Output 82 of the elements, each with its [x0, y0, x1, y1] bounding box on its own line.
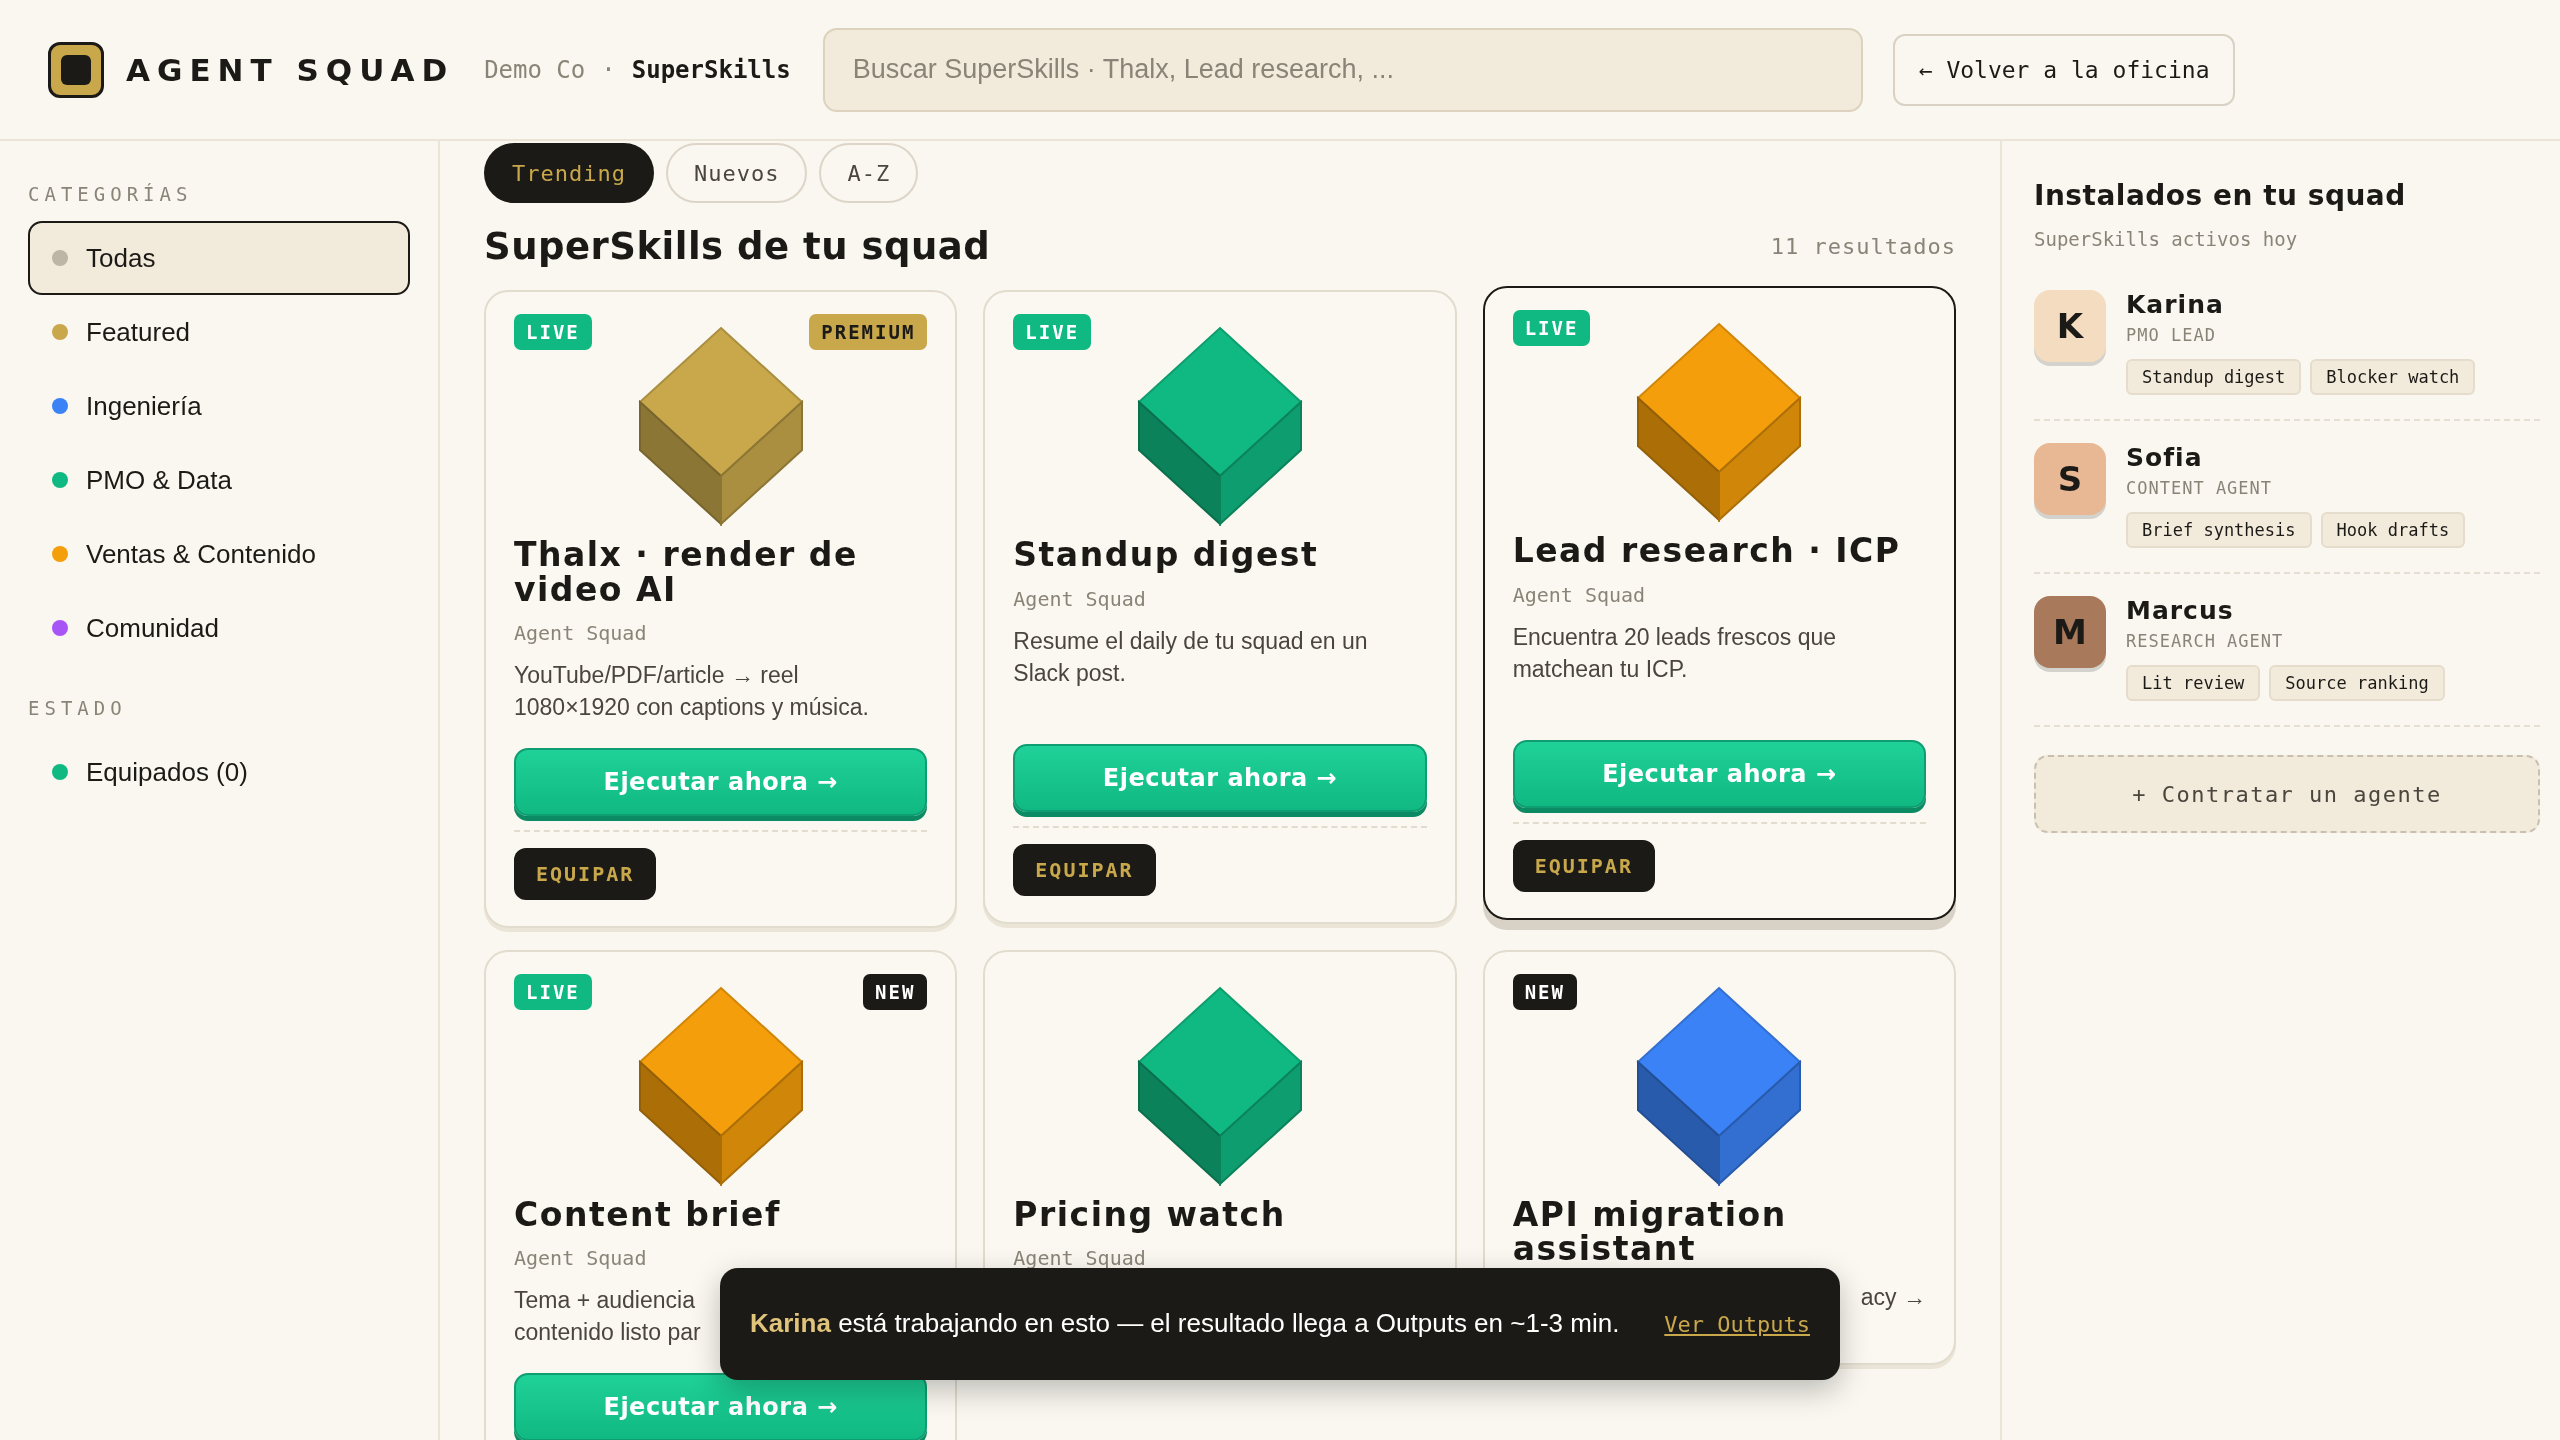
cube-icon — [1137, 326, 1303, 526]
sidebar-item[interactable]: Equipados (0) — [28, 735, 410, 809]
cube-icon — [1636, 985, 1803, 1186]
result-count: 11 resultados — [1770, 234, 1956, 259]
equip-button[interactable]: EQUIPAR — [1512, 840, 1655, 892]
card-description: YouTube/PDF/article → reel — [514, 661, 799, 691]
sidebar-item[interactable]: Featured — [28, 295, 410, 369]
agent-role: CONTENT AGENT — [2126, 478, 2274, 498]
card-author: Agent Squad — [1013, 1246, 1147, 1271]
card-description: Slack post. — [1013, 658, 1126, 688]
sidebar-label: PMO & Data — [86, 464, 232, 496]
skill-tag: Blocker watch — [2310, 359, 2476, 395]
status-badge: LIVE — [1512, 310, 1591, 346]
card-author: Agent Squad — [514, 621, 648, 646]
back-button[interactable]: ← Volver a la oficina — [1892, 33, 2236, 106]
agent-name: Marcus — [2126, 596, 2235, 625]
sidebar-heading: ESTADO — [28, 697, 128, 719]
cube-icon — [637, 326, 804, 526]
status-badge: NEW — [1512, 973, 1577, 1010]
logo-text: AGENT SQUAD — [126, 51, 455, 88]
agent-role: RESEARCH AGENT — [2126, 631, 2285, 651]
breadcrumb-separator: · — [601, 55, 616, 84]
card-description: Encuentra 20 leads frescos que — [1512, 622, 1837, 652]
agent-avatar: S — [2034, 443, 2106, 515]
sidebar-item[interactable]: Ingeniería — [28, 369, 410, 443]
cube-icon — [1137, 985, 1303, 1186]
agent-role: PMO LEAD — [2126, 325, 2217, 345]
card-title: Pricing watch — [1013, 1197, 1287, 1233]
card-description: acy → — [1860, 1282, 1926, 1312]
sidebar-heading: CATEGORÍAS — [28, 183, 194, 205]
sidebar-label: Todas — [86, 242, 156, 274]
agent-avatar: M — [2034, 596, 2106, 668]
sidebar-item[interactable]: Comunidad — [28, 591, 410, 665]
sidebar-item[interactable]: PMO & Data — [28, 443, 410, 517]
sidebar-item[interactable]: Todas — [28, 221, 410, 295]
status-badge: LIVE — [1013, 314, 1092, 350]
sort-tab[interactable]: Nuevos — [665, 143, 808, 203]
card-description: 1080×1920 con captions y música. — [514, 693, 869, 723]
status-badge: NEW — [863, 973, 928, 1010]
search-field[interactable]: Buscar SuperSkills · Thalx, Lead research, ... — [822, 27, 1863, 112]
status-badge: LIVE — [514, 973, 592, 1010]
sort-tab[interactable]: Trending — [484, 143, 654, 203]
skill-tag: Standup digest — [2126, 359, 2302, 395]
equip-button[interactable]: EQUIPAR — [514, 847, 657, 900]
sidebar-label: Ingeniería — [86, 390, 202, 422]
hire-agent-button[interactable]: + Contratar un agente — [2034, 755, 2540, 833]
status-badge: LIVE — [514, 314, 592, 350]
card-author: Agent Squad — [1512, 582, 1647, 607]
card-author: Agent Squad — [514, 1246, 648, 1271]
card-title: Standup digest — [1013, 538, 1320, 573]
sidebar-label: Equipados (0) — [86, 756, 248, 788]
card-title: Content brief — [514, 1197, 782, 1233]
cube-icon — [637, 985, 804, 1186]
panel-subtitle: SuperSkills activos hoy — [2034, 228, 2299, 250]
card-title: Lead research · ICP — [1512, 534, 1902, 569]
sort-tab[interactable]: A-Z — [819, 143, 919, 203]
agent-name: Sofia — [2126, 443, 2204, 472]
sidebar-label: Comunidad — [86, 612, 219, 644]
breadcrumb-item[interactable]: SuperSkills — [631, 55, 791, 84]
skill-tag: Source ranking — [2269, 665, 2445, 701]
cube-icon — [1636, 322, 1803, 522]
agent-avatar: K — [2034, 290, 2106, 362]
card-author: Agent Squad — [1013, 586, 1147, 611]
card-description: Resume el daily de tu squad en un — [1013, 626, 1368, 656]
skill-tag: Hook drafts — [2320, 512, 2466, 548]
sidebar-item[interactable]: Ventas & Contenido — [28, 517, 410, 591]
skill-tag: Brief synthesis — [2126, 512, 2312, 548]
sidebar-label: Ventas & Contenido — [86, 538, 316, 570]
section-title: SuperSkills de tu squad — [484, 225, 991, 268]
status-badge: PREMIUM — [809, 314, 928, 350]
logo-icon — [48, 41, 104, 98]
card-description: matchean tu ICP. — [1512, 654, 1688, 684]
skill-tag: Lit review — [2126, 665, 2261, 701]
panel-title: Instalados en tu squad — [2034, 179, 2407, 212]
card-description: Tema + audiencia — [514, 1286, 695, 1316]
equip-button[interactable]: EQUIPAR — [1013, 844, 1156, 896]
card-title: Thalx · render de video AI — [514, 538, 859, 608]
sidebar-label: Featured — [86, 316, 191, 348]
card-title: API migration assistant — [1512, 1197, 1788, 1267]
agent-name: Karina — [2126, 290, 2225, 319]
outputs-link[interactable]: Ver Outputs — [1664, 1311, 1810, 1337]
card-description: contenido listo par — [514, 1318, 701, 1348]
